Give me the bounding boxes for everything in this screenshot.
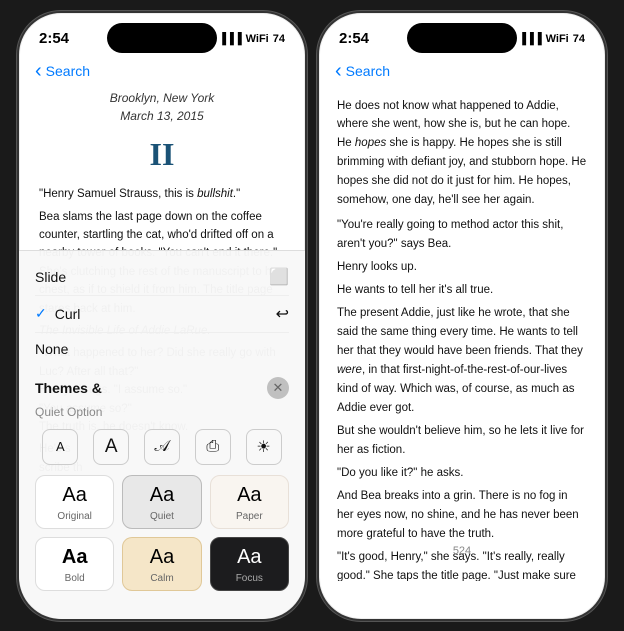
slide-options: Slide ⬜ ✓ Curl ↩ None (19, 251, 305, 369)
brightness-button[interactable]: ☀ (246, 429, 282, 465)
wifi-icon: WiFi (246, 33, 269, 45)
slide-icon: ⬜ (269, 267, 289, 287)
theme-original-label: Original (57, 511, 91, 522)
themes-title: Themes & (35, 380, 102, 396)
nav-back-label-left: Search (46, 63, 90, 79)
slide-label: Slide (35, 269, 66, 285)
layout-icon: ⎙ (206, 438, 219, 456)
battery-icon: 74 (273, 33, 285, 45)
theme-focus-label: Focus (236, 573, 263, 584)
theme-calm-aa: Aa (150, 546, 174, 569)
time-left: 2:54 (39, 30, 69, 47)
curl-icon: ↩ (276, 304, 289, 324)
themes-header: Themes & ✕ (19, 369, 305, 403)
theme-focus[interactable]: Aa Focus (210, 537, 289, 591)
signal-icon: ▐▐▐ (218, 33, 241, 45)
theme-quiet-aa: Aa (150, 484, 174, 507)
theme-bold[interactable]: Aa Bold (35, 537, 114, 591)
theme-paper-label: Paper (236, 511, 263, 522)
back-button-left[interactable]: Search (35, 61, 90, 81)
slide-icon-right: ⬜ (269, 267, 289, 287)
themes-grid: Aa Original Aa Quiet Aa Paper Aa Bold Aa (19, 471, 305, 599)
close-button[interactable]: ✕ (267, 377, 289, 399)
theme-focus-aa: Aa (237, 546, 261, 569)
none-label: None (35, 341, 68, 357)
time-right: 2:54 (339, 30, 369, 47)
signal-icon-right: ▐▐▐ (518, 33, 541, 45)
layout-button[interactable]: ⎙ (195, 429, 231, 465)
wifi-icon-right: WiFi (546, 33, 569, 45)
nav-bar-right[interactable]: Search (319, 57, 605, 85)
dynamic-island (107, 23, 217, 53)
book-content-right: He does not know what happened to Addie,… (319, 85, 605, 581)
theme-bold-aa: Aa (62, 546, 88, 569)
theme-paper[interactable]: Aa Paper (210, 475, 289, 529)
font-large-icon: A (105, 436, 118, 458)
theme-original-aa: Aa (62, 484, 86, 507)
chevron-left-icon (35, 61, 44, 81)
theme-original[interactable]: Aa Original (35, 475, 114, 529)
font-small-button[interactable]: A (42, 429, 78, 465)
theme-bold-label: Bold (65, 573, 85, 584)
font-style-button[interactable]: 𝒜 (144, 429, 180, 465)
chevron-left-icon-right (335, 61, 344, 81)
book-location: Brooklyn, New YorkMarch 13, 2015 (39, 89, 285, 126)
nav-bar-left[interactable]: Search (19, 57, 305, 85)
font-large-button[interactable]: A (93, 429, 129, 465)
close-icon: ✕ (273, 380, 284, 396)
battery-icon-right: 74 (573, 33, 585, 45)
theme-calm[interactable]: Aa Calm (122, 537, 201, 591)
phones-container: 2:54 ▐▐▐ WiFi 74 Search Brooklyn, New Yo… (17, 11, 607, 621)
brightness-icon: ☀ (256, 437, 270, 457)
bottom-panel: Slide ⬜ ✓ Curl ↩ None (19, 250, 305, 619)
checkmark-icon: ✓ (35, 305, 47, 322)
left-phone: 2:54 ▐▐▐ WiFi 74 Search Brooklyn, New Yo… (17, 11, 307, 621)
theme-quiet[interactable]: Aa Quiet (122, 475, 201, 529)
theme-paper-aa: Aa (237, 484, 261, 507)
theme-calm-label: Calm (150, 573, 173, 584)
slide-option-none[interactable]: None (35, 333, 289, 365)
slide-option-curl[interactable]: ✓ Curl ↩ (35, 296, 289, 333)
toolbar-row: A A 𝒜 ⎙ ☀ (19, 423, 305, 471)
theme-quiet-label: Quiet (150, 511, 174, 522)
font-small-icon: A (56, 439, 65, 454)
dynamic-island-right (407, 23, 517, 53)
font-style-icon: 𝒜 (154, 438, 169, 456)
page-number: 524 (319, 541, 605, 559)
slide-option-slide[interactable]: Slide ⬜ (35, 259, 289, 296)
quiet-option-label: Quiet Option (19, 403, 305, 421)
curl-label: Curl (55, 306, 81, 322)
nav-back-label-right: Search (346, 63, 390, 79)
chapter-number: II (39, 130, 285, 180)
status-icons-right: ▐▐▐ WiFi 74 (518, 33, 585, 45)
right-phone: 2:54 ▐▐▐ WiFi 74 Search He does not know… (317, 11, 607, 621)
back-button-right[interactable]: Search (335, 61, 390, 81)
curl-icon-right: ↩ (276, 304, 289, 324)
status-icons-left: ▐▐▐ WiFi 74 (218, 33, 285, 45)
